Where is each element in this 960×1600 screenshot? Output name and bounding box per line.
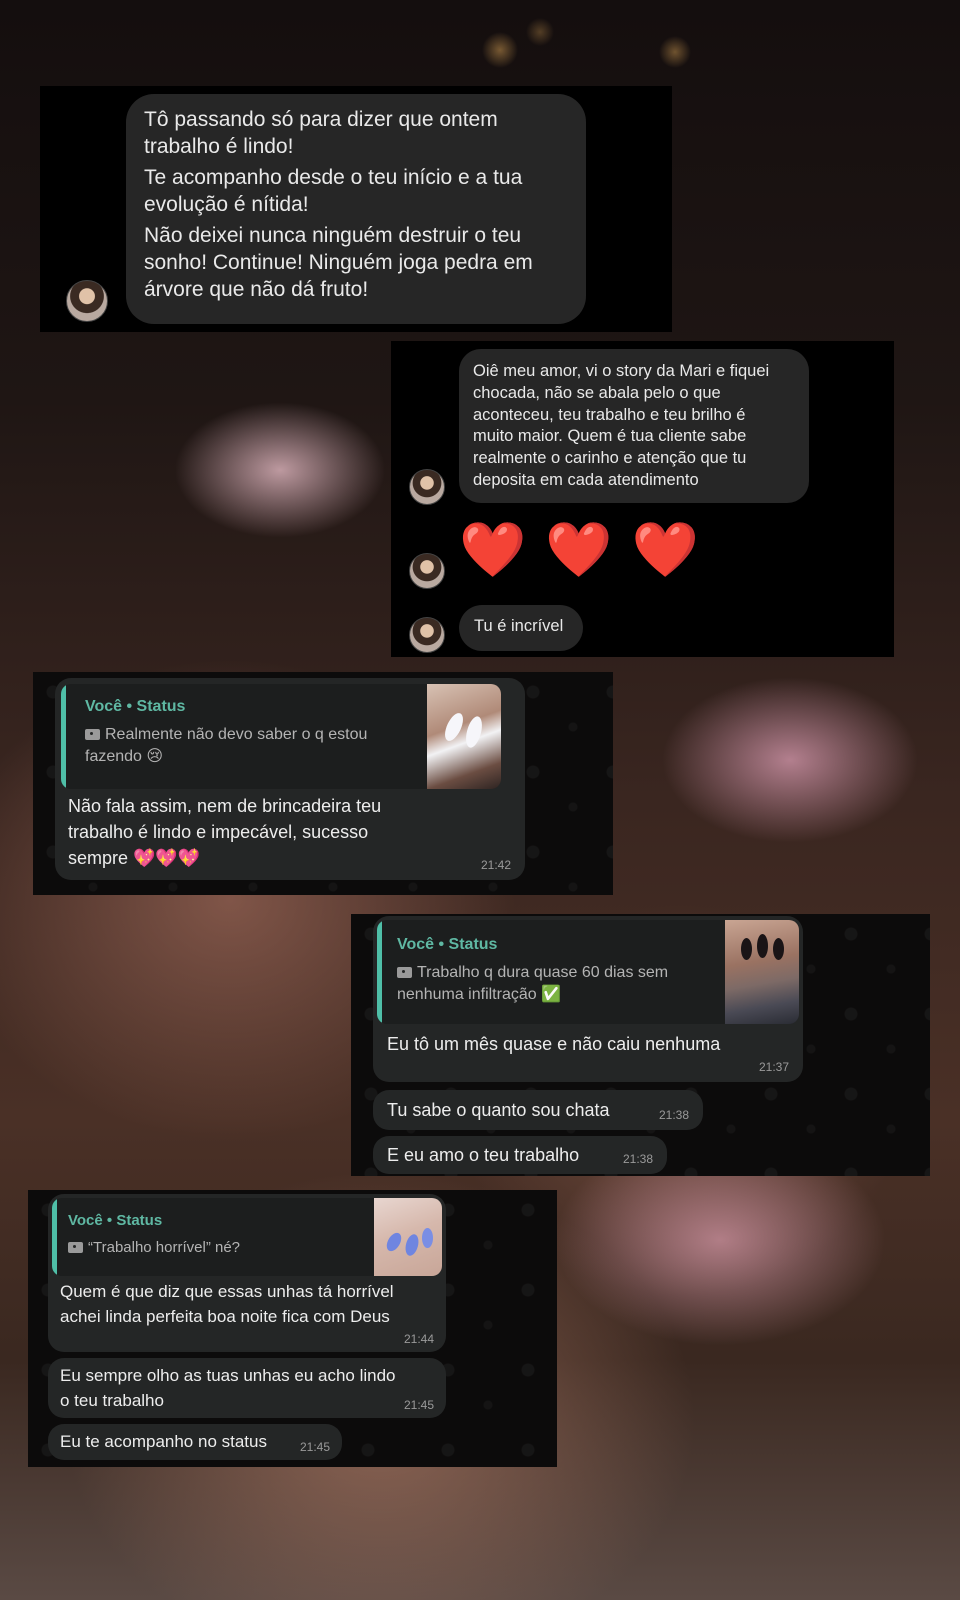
screenshot-panel-1: Tô passando só para dizer que ontem trab… xyxy=(40,86,672,332)
screenshot-panel-3: Você • Status Realmente não devo saber o… xyxy=(33,672,613,895)
message-text: Tu é incrível xyxy=(474,617,564,635)
message-bubble[interactable]: E eu amo o teu trabalho 21:38 xyxy=(373,1136,667,1174)
message-bubble[interactable]: Tu sabe o quanto sou chata 21:38 xyxy=(373,1090,703,1130)
message-time: 21:37 xyxy=(758,1060,789,1074)
message-time: 21:38 xyxy=(622,1152,653,1166)
message-time: 21:45 xyxy=(403,1398,434,1412)
sender-avatar xyxy=(66,280,108,322)
message-line: Tô passando só para dizer que ontem xyxy=(144,108,498,131)
sender-avatar xyxy=(409,617,445,653)
message-bubble[interactable]: Eu sempre olho as tuas unhas eu acho lin… xyxy=(48,1358,446,1418)
status-thumbnail xyxy=(374,1198,442,1276)
message-text: Eu te acompanho no status xyxy=(60,1432,267,1451)
screenshot-panel-5: Você • Status “Trabalho horrível” né? Qu… xyxy=(28,1190,557,1467)
quote-author: Você • Status xyxy=(85,698,186,715)
message-text: Quem é que diz que essas unhas tá horrív… xyxy=(60,1282,394,1326)
message-bubble[interactable]: Você • Status “Trabalho horrível” né? Qu… xyxy=(48,1194,446,1352)
message-line: evolução é nítida! xyxy=(144,193,309,216)
message-bubble[interactable]: Oiê meu amor, vi o story da Mari e fique… xyxy=(459,349,809,503)
quoted-status[interactable]: Você • Status Trabalho q dura quase 60 d… xyxy=(377,920,799,1024)
screenshot-panel-2: Oiê meu amor, vi o story da Mari e fique… xyxy=(391,341,894,657)
quote-accent-bar xyxy=(377,920,382,1024)
message-line: aconteceu, teu trabalho e teu brilho é xyxy=(473,405,746,424)
message-line: Oiê meu amor, vi o story da Mari e fique… xyxy=(473,362,770,380)
quote-accent-bar xyxy=(61,684,66,789)
message-text: Eu sempre olho as tuas unhas eu acho lin… xyxy=(60,1366,396,1410)
message-time: 21:45 xyxy=(299,1440,330,1454)
message-text: Eu tô um mês quase e não caiu nenhuma xyxy=(387,1034,721,1054)
message-bubble[interactable]: Você • Status Realmente não devo saber o… xyxy=(55,678,525,880)
message-time: 21:38 xyxy=(658,1108,689,1122)
message-text: Não fala assim, nem de brincadeira teu t… xyxy=(68,796,382,868)
camera-icon xyxy=(68,1242,83,1253)
message-bubble[interactable]: Tô passando só para dizer que ontem trab… xyxy=(126,94,586,324)
quote-text: “Trabalho horrível” né? xyxy=(68,1237,240,1259)
camera-icon xyxy=(85,729,100,740)
screenshot-panel-4: Você • Status Trabalho q dura quase 60 d… xyxy=(351,914,930,1176)
quote-author: Você • Status xyxy=(397,936,498,953)
message-line: chocada, não se abala pelo o que xyxy=(473,383,721,402)
message-bubble[interactable]: Tu é incrível xyxy=(459,605,583,651)
quote-author: Você • Status xyxy=(68,1212,163,1229)
message-line: realmente o carinho e atenção que tu xyxy=(473,449,747,468)
quote-accent-bar xyxy=(52,1198,57,1276)
hearts-message[interactable]: ❤️ ❤️ ❤️ xyxy=(459,517,701,583)
message-line: sonho! Continue! Ninguém joga pedra em xyxy=(144,251,533,274)
message-line: deposita em cada atendimento xyxy=(473,470,699,489)
message-time: 21:44 xyxy=(403,1332,434,1346)
sender-avatar xyxy=(409,469,445,505)
message-bubble[interactable]: Eu te acompanho no status 21:45 xyxy=(48,1424,342,1460)
status-thumbnail xyxy=(725,920,799,1024)
message-bubble[interactable]: Você • Status Trabalho q dura quase 60 d… xyxy=(373,916,803,1082)
camera-icon xyxy=(397,967,412,978)
quoted-status[interactable]: Você • Status “Trabalho horrível” né? xyxy=(52,1198,442,1276)
message-text: E eu amo o teu trabalho xyxy=(387,1145,580,1165)
quote-text: Realmente não devo saber o q estou fazen… xyxy=(85,726,368,765)
quoted-status[interactable]: Você • Status Realmente não devo saber o… xyxy=(61,684,501,789)
status-thumbnail xyxy=(427,684,501,789)
message-time: 21:42 xyxy=(480,858,511,872)
message-text: Tu sabe o quanto sou chata xyxy=(387,1100,610,1120)
message-line: muito maior. Quem é tua cliente sabe xyxy=(473,427,747,446)
message-line: Não deixei nunca ninguém destruir o teu xyxy=(144,224,522,247)
message-line: trabalho é lindo! xyxy=(144,135,294,158)
message-line: árvore que não dá fruto! xyxy=(144,278,369,301)
message-line: Te acompanho desde o teu início e a tua xyxy=(144,166,523,189)
quote-text: Trabalho q dura quase 60 dias sem nenhum… xyxy=(397,964,669,1003)
sender-avatar xyxy=(409,553,445,589)
